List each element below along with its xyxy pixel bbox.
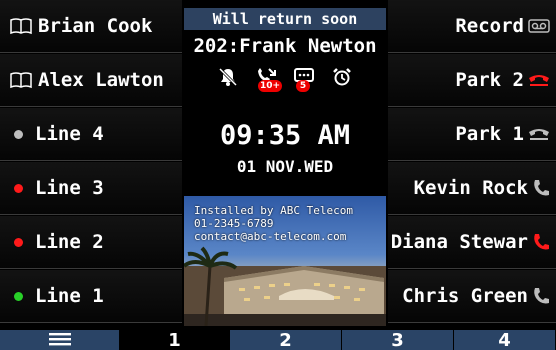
phonebook-icon <box>10 71 32 89</box>
right-key-label: Chris Green <box>402 285 528 307</box>
tab-page-3[interactable]: 3 <box>342 330 454 350</box>
right-key-chris-green[interactable]: Chris Green <box>388 270 556 323</box>
center-status-panel: Will return soon 202:Frank Newton 10+ 5 … <box>182 0 388 328</box>
missed-call-icon[interactable]: 10+ <box>254 64 283 92</box>
phonebook-icon <box>10 17 32 35</box>
left-key-label: Line 1 <box>35 285 104 307</box>
clock-time: 09:35 AM <box>219 120 351 151</box>
handset-icon <box>532 286 550 306</box>
notification-row: 10+ 5 <box>182 64 388 92</box>
bottom-tab-bar: 1 2 3 4 <box>0 330 556 350</box>
right-key-kevin-rock[interactable]: Kevin Rock <box>388 162 556 215</box>
left-key-line-1[interactable]: Line 1 <box>0 270 182 323</box>
left-key-line-2[interactable]: Line 2 <box>0 216 182 269</box>
left-key-2[interactable]: Alex Lawton <box>0 54 182 107</box>
tab-label: 1 <box>168 329 181 350</box>
menu-button[interactable] <box>0 330 120 350</box>
left-key-line-3[interactable]: Line 3 <box>0 162 182 215</box>
left-key-label: Line 2 <box>35 231 104 253</box>
ad-banner-image: Installed by ABC Telecom 01-2345-6789 co… <box>184 196 386 326</box>
right-key-diana-stewar[interactable]: Diana Stewar <box>388 216 556 269</box>
handset-hold-icon <box>528 126 550 142</box>
right-key-label: Diana Stewar <box>390 231 528 253</box>
tab-label: 4 <box>498 329 511 350</box>
right-key-label: Park 1 <box>455 123 524 145</box>
left-key-label: Brian Cook <box>38 15 153 37</box>
right-key-record[interactable]: Record <box>388 0 556 53</box>
right-key-label: Park 2 <box>455 69 524 91</box>
line-status-dot-icon <box>14 183 23 193</box>
voicemail-message-icon[interactable]: 5 <box>292 64 316 92</box>
right-key-label: Kevin Rock <box>413 177 528 199</box>
menu-hamburger-icon <box>48 330 71 350</box>
tab-page-1[interactable]: 1 <box>120 330 230 350</box>
left-key-line-4[interactable]: Line 4 <box>0 108 182 161</box>
right-key-label: Record <box>455 15 524 37</box>
status-banner: Will return soon <box>184 8 386 30</box>
extension-title: 202:Frank Newton <box>193 35 377 57</box>
handset-icon <box>532 178 550 198</box>
voicemail-tape-icon <box>528 18 550 34</box>
tab-page-4[interactable]: 4 <box>454 330 556 350</box>
left-key-column: Brian Cook Alex Lawton Line 4 Line 3 Lin… <box>0 0 182 328</box>
clock-date: 01 NOV.WED <box>236 157 334 176</box>
tab-label: 3 <box>391 329 404 350</box>
left-key-1[interactable]: Brian Cook <box>0 0 182 53</box>
left-key-label: Line 3 <box>35 177 104 199</box>
left-key-label: Line 4 <box>35 123 104 145</box>
message-badge: 5 <box>296 80 310 92</box>
missed-call-badge: 10+ <box>258 80 283 92</box>
handset-hold-icon <box>528 72 550 88</box>
installer-info: Installed by ABC Telecom 01-2345-6789 co… <box>194 204 353 243</box>
installer-email: contact@abc-telecom.com <box>194 230 347 243</box>
line-status-dot-icon <box>14 237 23 247</box>
right-key-park-1[interactable]: Park 1 <box>388 108 556 161</box>
left-key-label: Alex Lawton <box>38 69 164 91</box>
right-key-column: Record Park 2 Park 1 Kevin Rock Diana St… <box>388 0 556 328</box>
handset-icon <box>532 232 550 252</box>
tab-page-2[interactable]: 2 <box>230 330 342 350</box>
alarm-clock-icon[interactable] <box>330 64 354 90</box>
installer-phone: 01-2345-6789 <box>194 217 274 230</box>
installer-name: Installed by ABC Telecom <box>194 204 353 217</box>
dnd-bell-off-icon[interactable] <box>216 64 240 90</box>
line-status-dot-icon <box>14 129 23 139</box>
line-status-dot-icon <box>14 291 23 301</box>
right-key-park-2[interactable]: Park 2 <box>388 54 556 107</box>
tab-label: 2 <box>279 329 292 350</box>
